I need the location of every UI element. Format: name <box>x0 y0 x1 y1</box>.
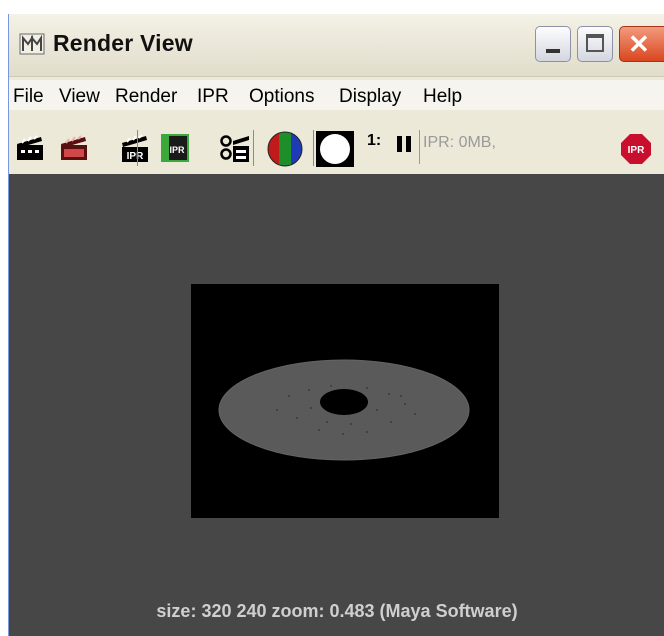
minimize-button[interactable] <box>535 26 571 62</box>
svg-text:IPR: IPR <box>127 151 144 162</box>
ratio-button[interactable]: 1: <box>367 132 381 150</box>
close-button[interactable]: ✕ <box>619 26 664 62</box>
maximize-button[interactable] <box>577 26 613 62</box>
menu-bar: File View Render IPR Options Display Hel… <box>9 80 664 110</box>
menu-help[interactable]: Help <box>423 86 462 108</box>
svg-text:IPR: IPR <box>169 145 185 155</box>
torus-render <box>218 359 470 461</box>
window-title: Render View <box>53 30 193 56</box>
render-viewport[interactable]: size: 320 240 zoom: 0.483 (Maya Software… <box>9 174 664 636</box>
snapshot-icon[interactable] <box>219 132 251 164</box>
toolbar-separator <box>253 130 254 166</box>
alpha-channel-icon[interactable] <box>315 130 355 168</box>
stop-ipr-label: IPR <box>628 145 645 156</box>
maximize-icon <box>586 34 604 52</box>
title-bar[interactable]: Render View ✕ <box>9 14 664 77</box>
toolbar-separator <box>313 130 314 166</box>
render-view-window: Render View ✕ File View Render IPR Optio… <box>8 14 664 636</box>
menu-ipr[interactable]: IPR <box>197 86 229 108</box>
toolbar-separator <box>137 130 138 166</box>
pause-icon <box>397 136 402 152</box>
rgb-channels-icon[interactable] <box>265 130 305 168</box>
maya-app-icon <box>19 33 45 55</box>
menu-view[interactable]: View <box>59 86 100 108</box>
toolbar-divider <box>419 130 420 164</box>
render-status-bar: size: 320 240 zoom: 0.483 (Maya Software… <box>156 601 518 621</box>
close-icon: ✕ <box>628 29 650 59</box>
rerender-region-icon[interactable] <box>59 134 89 162</box>
menu-render[interactable]: Render <box>115 86 177 108</box>
minimize-icon <box>546 49 560 53</box>
menu-display[interactable]: Display <box>339 86 401 108</box>
ipr-refresh-icon[interactable]: IPR <box>161 134 189 162</box>
menu-options[interactable]: Options <box>249 86 314 108</box>
ipr-memory-readout: IPR: 0MB, <box>423 134 496 151</box>
stop-ipr-button[interactable]: IPR <box>619 132 653 166</box>
render-icon[interactable] <box>15 134 45 162</box>
menu-file[interactable]: File <box>13 86 44 108</box>
rendered-image <box>191 284 499 518</box>
toolbar: IPR IPR 1: IPR: 0MB, IPR <box>9 124 664 174</box>
ipr-render-icon[interactable]: IPR <box>119 132 151 164</box>
